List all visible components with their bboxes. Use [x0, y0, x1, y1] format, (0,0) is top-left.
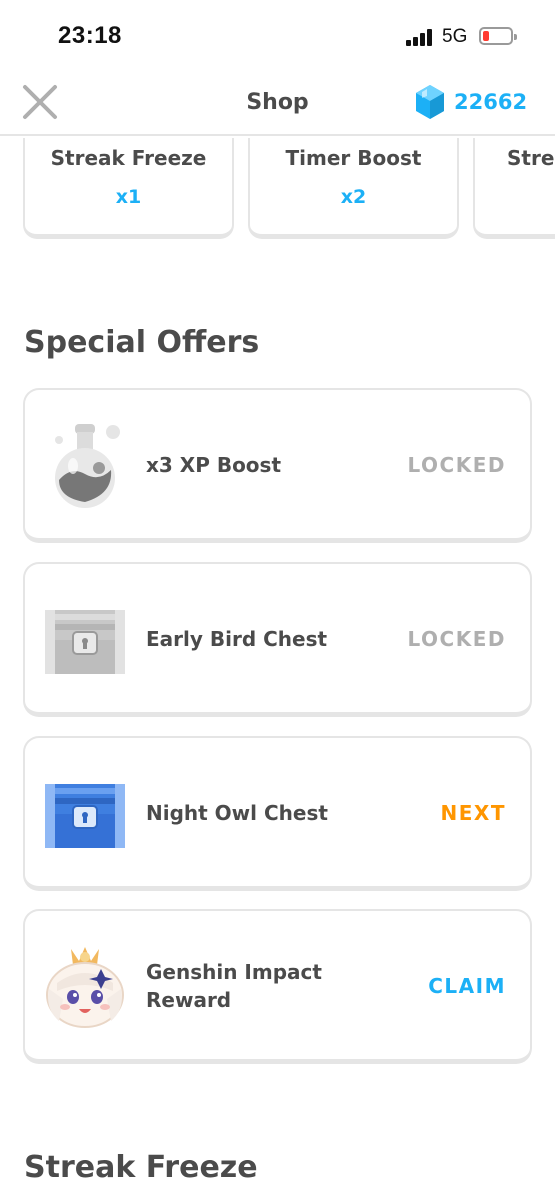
inventory-row[interactable]: Streak Freeze x1 Timer Boost x2 Strea	[0, 138, 555, 242]
offer-card-early-bird-chest[interactable]: Early Bird Chest LOCKED	[23, 562, 532, 717]
potion-icon	[41, 418, 129, 510]
gem-count: 22662	[454, 90, 528, 114]
signal-icon	[406, 28, 434, 46]
offer-card-xp-boost[interactable]: x3 XP Boost LOCKED	[23, 388, 532, 543]
paimon-avatar-icon	[41, 939, 129, 1031]
inventory-item-quantity: x1	[115, 186, 142, 208]
blue-chest-icon	[41, 766, 129, 858]
gem-icon	[416, 85, 444, 119]
section-title-streak-freeze: Streak Freeze	[24, 1150, 258, 1185]
offer-status-locked: LOCKED	[407, 627, 506, 651]
offer-name: Early Bird Chest	[146, 627, 328, 651]
offer-name: Genshin Impact Reward	[146, 960, 322, 1012]
status-time: 23:18	[58, 22, 122, 49]
offer-name: Night Owl Chest	[146, 801, 328, 825]
inventory-card-timer-boost[interactable]: Timer Boost x2	[248, 138, 459, 239]
offer-card-genshin-impact-reward[interactable]: Genshin Impact Reward CLAIM	[23, 909, 532, 1064]
section-title-special-offers: Special Offers	[24, 325, 260, 360]
inventory-card-streak-freeze[interactable]: Streak Freeze x1	[23, 138, 234, 239]
offer-name: x3 XP Boost	[146, 453, 282, 477]
inventory-item-name: Streak Freeze	[50, 146, 207, 170]
offer-status-locked: LOCKED	[407, 453, 506, 477]
network-type: 5G	[442, 26, 468, 47]
gem-balance[interactable]: 22662	[414, 82, 527, 122]
gray-chest-icon	[41, 592, 129, 684]
inventory-item-name: Timer Boost	[285, 146, 422, 170]
shop-header: Shop 22662	[0, 70, 555, 136]
status-bar: 23:18 5G	[0, 0, 555, 70]
battery-icon	[479, 27, 517, 45]
offer-status-next[interactable]: NEXT	[441, 738, 506, 888]
offer-card-night-owl-chest[interactable]: Night Owl Chest NEXT	[23, 736, 532, 891]
inventory-card-partial[interactable]: Strea	[473, 138, 555, 239]
claim-button[interactable]: CLAIM	[428, 911, 506, 1061]
inventory-item-name: Strea	[507, 146, 555, 170]
inventory-item-quantity: x2	[340, 186, 367, 208]
